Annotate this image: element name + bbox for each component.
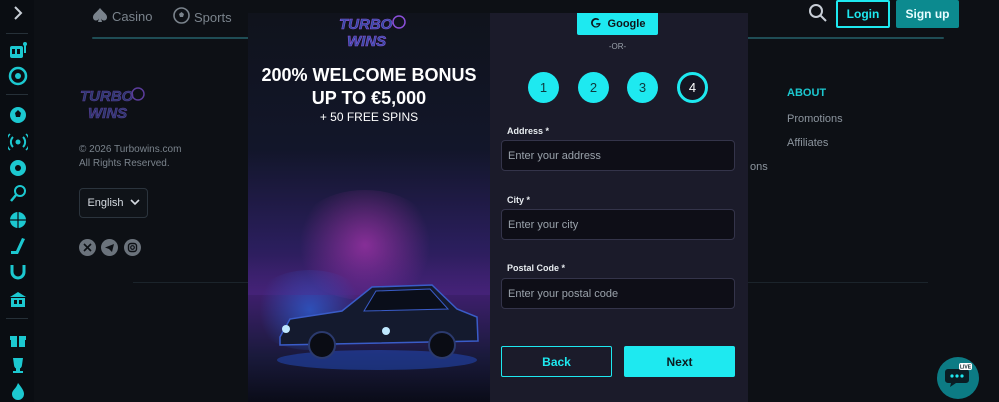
google-label: Google: [607, 18, 646, 30]
copyright-line-1: © 2026 Turbowins.com: [79, 144, 182, 155]
nav-sports-label: Sports: [194, 9, 232, 25]
city-label: City *: [507, 195, 531, 205]
nav-sports[interactable]: Sports: [173, 7, 232, 27]
promo-title-line-2: UP TO €5,000: [311, 88, 427, 108]
or-divider: -OR-: [608, 42, 627, 51]
live-badge: LIVE: [960, 364, 972, 370]
basketball-icon[interactable]: [8, 210, 28, 230]
step-4-current[interactable]: 4: [677, 72, 708, 103]
rail-divider: [6, 94, 28, 95]
horseshoe-icon[interactable]: [8, 262, 28, 282]
tennis-icon[interactable]: [8, 184, 28, 204]
step-3[interactable]: 3: [627, 72, 658, 103]
language-select[interactable]: English: [79, 188, 148, 218]
signup-button[interactable]: Sign up: [896, 0, 959, 28]
google-icon: [590, 17, 602, 32]
language-label: English: [87, 197, 124, 209]
fire-icon[interactable]: [8, 381, 28, 401]
footer-logo: TURBO WINS: [78, 84, 148, 124]
soccer-ball-icon: [173, 7, 190, 27]
back-button[interactable]: Back: [501, 346, 612, 377]
about-link-promotions[interactable]: Promotions: [787, 113, 843, 125]
about-link-affiliates[interactable]: Affiliates: [787, 137, 828, 149]
step-2[interactable]: 2: [578, 72, 609, 103]
chevron-down-icon: [129, 197, 140, 210]
footer-divider: [133, 282, 248, 283]
login-button[interactable]: Login: [836, 0, 890, 28]
spade-icon: [92, 7, 108, 26]
nav-casino[interactable]: Casino: [92, 7, 152, 26]
search-icon[interactable]: [808, 3, 828, 23]
postal-code-input[interactable]: [501, 278, 735, 309]
soccer-icon[interactable]: [8, 158, 28, 178]
about-heading: ABOUT: [787, 87, 827, 99]
svg-text:WINS: WINS: [347, 33, 386, 50]
copyright-line-2: All Rights Reserved.: [79, 158, 170, 169]
next-button[interactable]: Next: [624, 346, 735, 377]
step-1[interactable]: 1: [528, 72, 559, 103]
promo-logo: TURBO WINS: [337, 13, 407, 51]
live-icon[interactable]: [5, 132, 31, 152]
svg-text:TURBO: TURBO: [339, 16, 393, 33]
live-chat-button[interactable]: LIVE: [937, 357, 979, 399]
svg-text:WINS: WINS: [88, 105, 127, 122]
gift-icon[interactable]: [8, 329, 28, 349]
x-icon[interactable]: [79, 239, 96, 256]
address-label: Address *: [507, 126, 550, 136]
signup-form-panel: [490, 13, 748, 402]
telegram-icon[interactable]: [101, 239, 118, 256]
address-input[interactable]: [501, 140, 735, 171]
chevron-right-icon[interactable]: [10, 5, 26, 21]
instagram-icon[interactable]: [124, 239, 141, 256]
casino-building-icon[interactable]: [8, 289, 28, 309]
promo-title-line-1: 200% WELCOME BONUS: [261, 65, 477, 85]
wheel-icon[interactable]: [8, 66, 28, 86]
postal-code-label: Postal Code *: [507, 263, 566, 273]
rail-divider: [6, 318, 28, 319]
slot-machine-icon[interactable]: [8, 40, 28, 60]
svg-text:TURBO: TURBO: [80, 88, 134, 105]
rail-divider: [6, 33, 28, 34]
footer-divider: [748, 282, 928, 283]
nav-casino-label: Casino: [112, 9, 153, 24]
footer-partial-link[interactable]: ons: [750, 161, 768, 173]
city-input[interactable]: [501, 209, 735, 240]
google-signin-button[interactable]: Google: [577, 13, 658, 35]
hockey-icon[interactable]: [8, 236, 28, 256]
sports-ball-icon[interactable]: [8, 105, 28, 125]
car-image: [272, 275, 482, 370]
promo-subtitle: + 50 FREE SPINS: [319, 110, 419, 124]
chat-bubble-icon: LIVE: [944, 362, 972, 394]
trophy-icon[interactable]: [8, 355, 28, 375]
